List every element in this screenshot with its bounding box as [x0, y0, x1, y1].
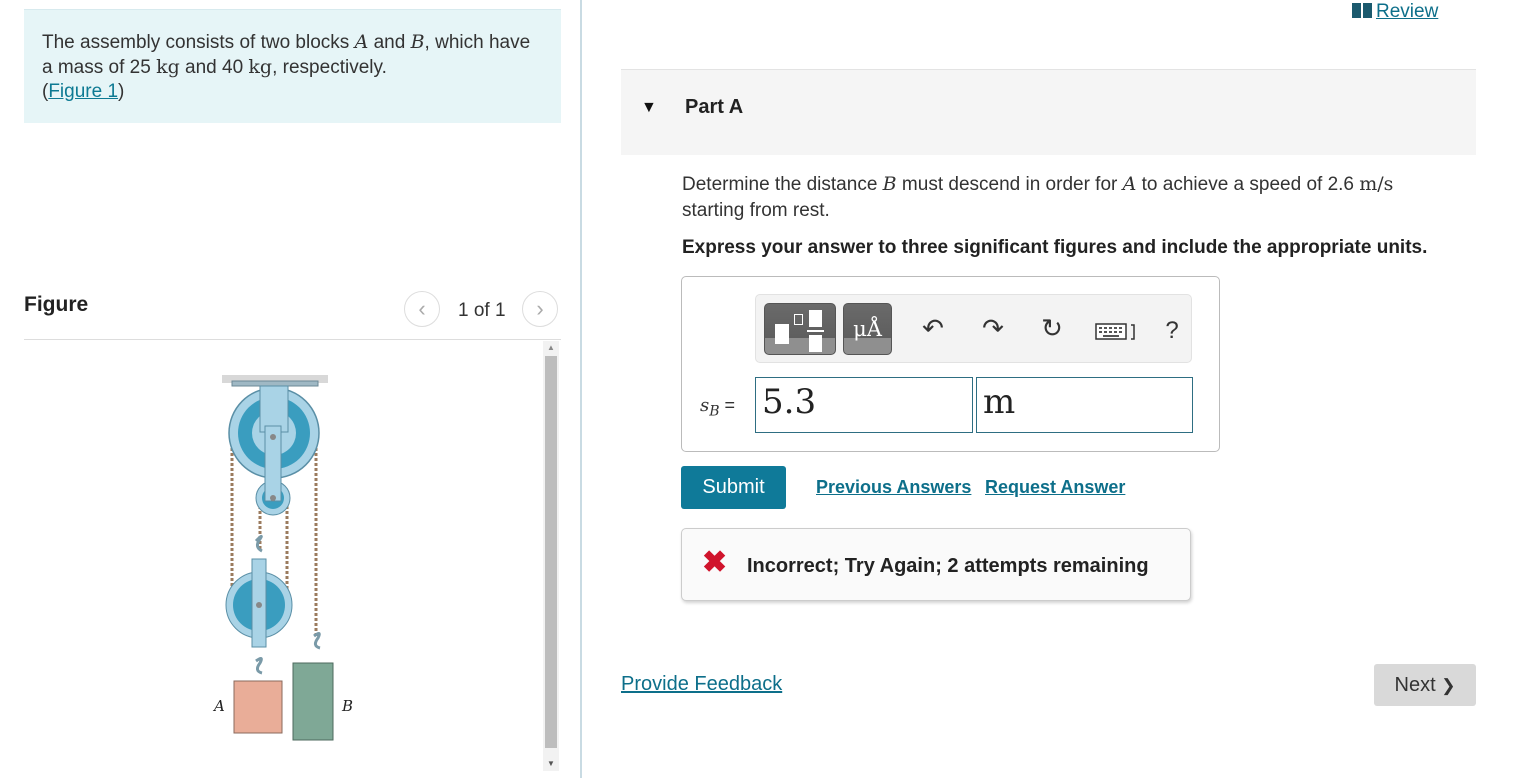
problem-panel: The assembly consists of two blocks A an…: [0, 0, 582, 778]
problem-intro: The assembly consists of two blocks A an…: [24, 9, 561, 123]
part-a-header[interactable]: ▼ Part A: [621, 69, 1476, 155]
incorrect-x-icon: ✖: [702, 546, 728, 579]
label-b: B: [341, 697, 353, 715]
template-icon: [809, 310, 822, 327]
answer-subscript: B: [709, 403, 720, 420]
question-part: starting from rest.: [682, 200, 830, 221]
template-icon: [807, 330, 824, 332]
ceiling-plate: [231, 380, 319, 387]
unit-kg: kg: [248, 56, 273, 78]
paren: ): [118, 81, 125, 102]
block-b: [292, 662, 334, 741]
hook: [255, 656, 263, 675]
var-b: B: [882, 173, 897, 195]
next-button[interactable]: Next ❯: [1374, 664, 1476, 706]
pulley-assembly-figure: A B: [212, 375, 353, 741]
unit-input[interactable]: m: [976, 377, 1193, 433]
figure-header: Figure ‹ 1 of 1 ›: [24, 288, 561, 340]
review-label: Review: [1376, 1, 1439, 22]
figure-title: Figure: [24, 293, 89, 316]
figure-scrollbar[interactable]: ▲ ▼: [543, 341, 559, 771]
book-icon: [1352, 3, 1372, 18]
figure-counter: 1 of 1: [458, 300, 506, 321]
answer-label: sB =: [700, 395, 735, 420]
var-a: A: [354, 31, 369, 53]
feedback-box: ✖ Incorrect; Try Again; 2 attempts remai…: [681, 528, 1191, 601]
label-a: A: [212, 697, 225, 715]
top-bracket: [259, 385, 289, 433]
figure-link[interactable]: Figure 1: [48, 81, 118, 102]
next-figure-button[interactable]: ›: [522, 291, 558, 327]
part-a-title: Part A: [685, 96, 744, 118]
pin: [270, 495, 276, 501]
template-icon: [794, 314, 803, 325]
value-input[interactable]: 5.3: [755, 377, 973, 433]
answer-box: μÅ ↶ ↷ ↻ ? sB = 5.3 m: [681, 276, 1220, 452]
question-part: to achieve a speed of 2.6: [1136, 174, 1360, 195]
chevron-left-icon: ‹: [418, 296, 426, 321]
feedback-message: Incorrect; Try Again; 2 attempts remaini…: [747, 555, 1149, 577]
scroll-thumb[interactable]: [545, 356, 557, 748]
question-text: Determine the distance B must descend in…: [682, 171, 1462, 224]
equals-sign: =: [719, 395, 736, 415]
answer-var: s: [700, 395, 710, 416]
hook: [313, 631, 321, 650]
unit-ms: m/s: [1359, 173, 1394, 195]
keyboard-shortcuts-icon: [1095, 323, 1135, 340]
reset-icon[interactable]: ↻: [1037, 313, 1067, 344]
template-icon: [809, 335, 822, 352]
scroll-up-arrow-icon[interactable]: ▲: [543, 341, 559, 355]
math-toolbar: μÅ ↶ ↷ ↻ ?: [755, 294, 1192, 363]
pin: [256, 602, 262, 608]
unit-kg: kg: [156, 56, 180, 78]
submit-button[interactable]: Submit: [681, 466, 786, 509]
request-answer-link[interactable]: Request Answer: [985, 477, 1125, 498]
intro-text: and 40: [179, 57, 249, 78]
scroll-down-arrow-icon[interactable]: ▼: [543, 757, 559, 771]
provide-feedback-link[interactable]: Provide Feedback: [621, 673, 782, 696]
caret-down-icon[interactable]: ▼: [641, 99, 657, 117]
figure-viewport: A B: [24, 341, 544, 771]
chevron-right-icon: ›: [536, 296, 544, 321]
previous-figure-button[interactable]: ‹: [404, 291, 440, 327]
review-link[interactable]: Review: [1352, 1, 1438, 23]
var-b: B: [410, 31, 425, 53]
intro-text: The assembly consists of two blocks: [42, 32, 355, 53]
help-button[interactable]: ?: [1157, 317, 1187, 345]
redo-icon[interactable]: ↷: [978, 313, 1008, 344]
chevron-right-icon: ❯: [1441, 676, 1456, 695]
previous-answers-link[interactable]: Previous Answers: [816, 477, 971, 498]
template-icon: [775, 324, 789, 344]
pin: [270, 434, 276, 440]
intro-text: and: [368, 32, 411, 53]
block-a: [233, 680, 283, 734]
intro-text: , respectively.: [272, 57, 387, 78]
question-part: Determine the distance: [682, 174, 883, 195]
question-part: must descend in order for: [896, 174, 1123, 195]
undo-icon[interactable]: ↶: [918, 313, 948, 344]
next-label: Next: [1394, 674, 1436, 696]
instruction-text: Express your answer to three significant…: [682, 237, 1428, 258]
keyboard-icon[interactable]: [1094, 319, 1138, 350]
templates-button[interactable]: [764, 303, 836, 355]
units-button[interactable]: μÅ: [843, 303, 892, 355]
var-a: A: [1122, 173, 1137, 195]
